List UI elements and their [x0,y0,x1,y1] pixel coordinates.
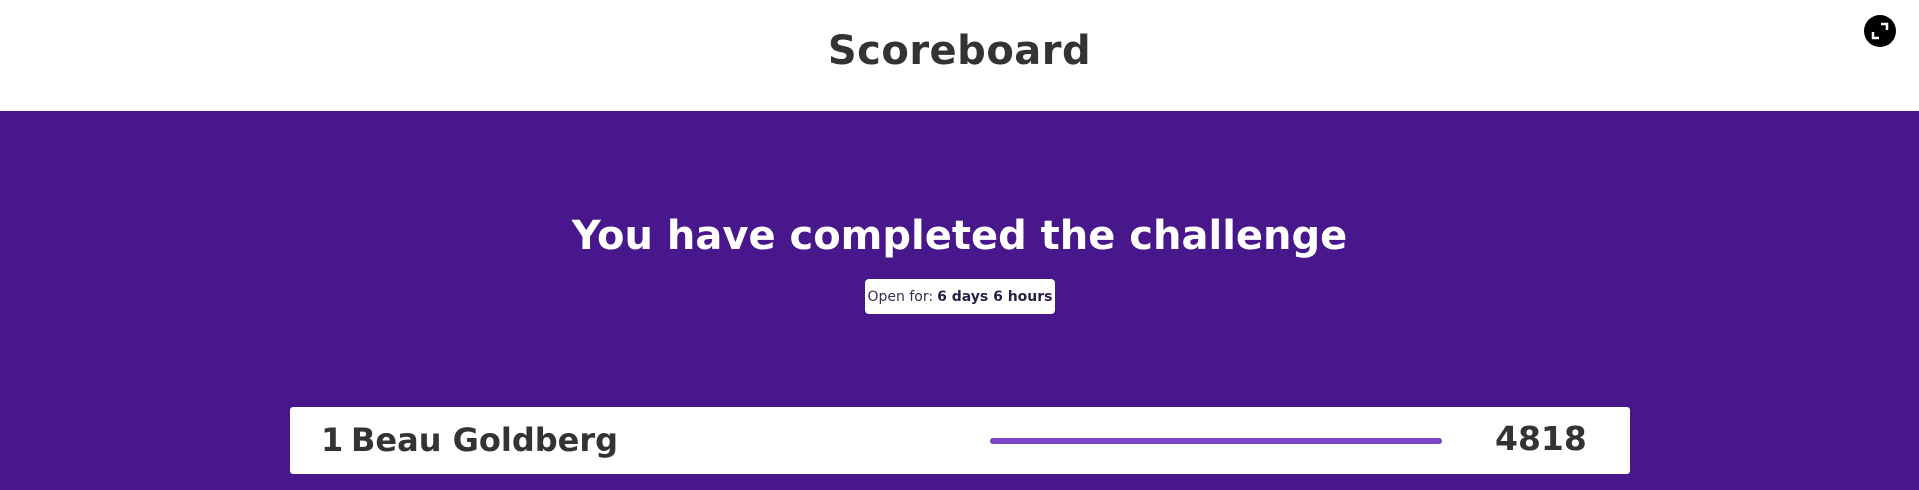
score: 4818 [1495,419,1587,458]
open-for-badge: Open for: 6 days 6 hours [865,279,1055,314]
leaderboard-row: 1 Beau Goldberg 4818 [290,407,1630,474]
completed-heading: You have completed the challenge [571,213,1348,259]
open-for-value: 6 days 6 hours [937,288,1053,305]
header: Scoreboard [0,0,1919,111]
progress-fill [990,438,1442,444]
page-title: Scoreboard [827,28,1092,74]
fullscreen-button[interactable] [1864,15,1896,47]
fullscreen-exit-icon [1871,22,1889,40]
progress-bar [990,438,1442,444]
player-name: Beau Goldberg [351,421,619,459]
main-panel: You have completed the challenge Open fo… [0,111,1919,490]
rank: 1 [321,421,344,459]
open-for-label: Open for: [867,288,934,305]
